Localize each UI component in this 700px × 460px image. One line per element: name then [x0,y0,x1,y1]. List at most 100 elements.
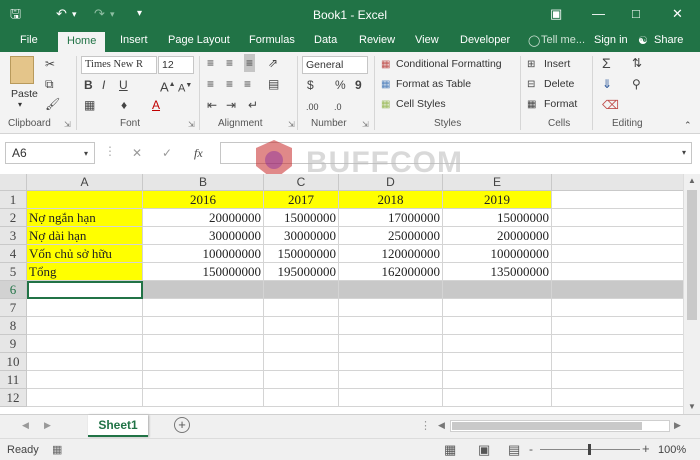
cell-a9[interactable] [27,335,143,353]
scroll-up-icon[interactable]: ▲ [688,176,696,185]
prev-sheet-icon[interactable]: ◀ [22,420,29,431]
column-header-d[interactable]: D [339,174,443,191]
cell-e3[interactable]: 20000000 [443,227,552,245]
tab-view[interactable]: View [415,34,439,46]
cell-e9[interactable] [443,335,552,353]
tab-developer[interactable]: Developer [460,34,510,46]
currency-button[interactable]: $ [307,78,314,92]
clipboard-launcher-icon[interactable]: ⇲ [64,120,71,129]
align-top-icon[interactable]: ≡ [207,56,214,70]
cell-b6[interactable] [143,281,264,299]
comma-button[interactable]: 9 [355,78,362,92]
font-color-icon[interactable]: A [152,98,160,112]
share-icon[interactable]: ☯ [638,34,648,47]
cell-c10[interactable] [264,353,339,371]
align-right-icon[interactable]: ≡ [244,77,251,91]
decrease-font-icon[interactable]: A▼ [178,79,192,96]
cell-empty[interactable] [552,353,683,371]
cell-empty[interactable] [552,299,683,317]
cell-b12[interactable] [143,389,264,407]
increase-font-icon[interactable]: A▲ [160,78,176,94]
italic-button[interactable]: I [102,78,105,92]
cell-c1[interactable]: 2017 [264,191,339,209]
tell-me-input[interactable]: Tell me... [541,34,585,46]
cell-c6[interactable] [264,281,339,299]
alignment-launcher-icon[interactable]: ⇲ [288,120,295,129]
increase-decimal-button[interactable]: .00 [306,100,319,114]
cell-empty[interactable] [552,317,683,335]
cell-c2[interactable]: 15000000 [264,209,339,227]
cell-d9[interactable] [339,335,443,353]
paste-icon[interactable] [10,56,34,84]
align-bottom-icon[interactable]: ≡ [244,54,256,72]
align-center-icon[interactable]: ≡ [226,77,233,91]
horizontal-scrollbar[interactable] [450,420,670,432]
row-header[interactable]: 11 [0,371,27,389]
select-all-corner[interactable] [0,174,27,191]
cell-empty[interactable] [552,263,683,281]
cell-a2[interactable]: Nợ ngắn hạn [27,209,143,227]
cell-empty[interactable] [552,227,683,245]
number-format-select[interactable]: General [302,56,368,74]
cell-c3[interactable]: 30000000 [264,227,339,245]
cut-icon[interactable]: ✂ [45,57,55,71]
name-box-dropdown-icon[interactable]: ▾ [84,147,88,161]
percent-button[interactable]: % [335,78,346,92]
cell-d7[interactable] [339,299,443,317]
normal-view-icon[interactable]: ▦ [444,442,456,458]
cell-c5[interactable]: 195000000 [264,263,339,281]
merge-center-icon[interactable]: ▤ [268,77,279,91]
row-header[interactable]: 8 [0,317,27,335]
cell-e5[interactable]: 135000000 [443,263,552,281]
tab-formulas[interactable]: Formulas [249,34,295,46]
copy-icon[interactable]: ⧉ [45,77,54,91]
cell-c12[interactable] [264,389,339,407]
cell-a6[interactable] [27,281,143,299]
column-header-a[interactable]: A [27,174,143,191]
decrease-indent-icon[interactable]: ⇤ [207,98,217,112]
fill-icon[interactable]: ⇓ [602,77,612,91]
paste-dropdown-icon[interactable]: ▾ [18,100,22,109]
cell-d2[interactable]: 17000000 [339,209,443,227]
zoom-out-button[interactable]: - [529,442,533,456]
cell-empty[interactable] [552,281,683,299]
cell-b11[interactable] [143,371,264,389]
cell-d8[interactable] [339,317,443,335]
number-launcher-icon[interactable]: ⇲ [362,120,369,129]
conditional-formatting-button[interactable]: Conditional Formatting [396,58,502,70]
zoom-in-button[interactable]: + [642,441,650,456]
row-header[interactable]: 5 [0,263,27,281]
cell-b8[interactable] [143,317,264,335]
cell-empty[interactable] [552,191,683,209]
cell-styles-button[interactable]: Cell Styles [396,98,446,110]
increase-indent-icon[interactable]: ⇥ [226,98,236,112]
cell-e10[interactable] [443,353,552,371]
column-header-b[interactable]: B [143,174,264,191]
cell-e12[interactable] [443,389,552,407]
row-header[interactable]: 2 [0,209,27,227]
hscroll-right-icon[interactable]: ▶ [674,420,681,431]
row-header[interactable]: 9 [0,335,27,353]
font-launcher-icon[interactable]: ⇲ [188,120,195,129]
cell-a11[interactable] [27,371,143,389]
ribbon-display-icon[interactable]: ▣ [550,6,562,22]
hscroll-left-icon[interactable]: ◀ [438,420,445,431]
row-header[interactable]: 3 [0,227,27,245]
cell-empty[interactable] [552,209,683,227]
row-header[interactable]: 1 [0,191,27,209]
column-header-c[interactable]: C [264,174,339,191]
close-icon[interactable]: ✕ [672,6,683,22]
cell-e11[interactable] [443,371,552,389]
cell-e4[interactable]: 100000000 [443,245,552,263]
insert-function-button[interactable]: fx [194,146,203,160]
find-select-icon[interactable]: ⚲ [632,77,641,91]
cell-b9[interactable] [143,335,264,353]
cell-a4[interactable]: Vốn chủ sở hữu [27,245,143,263]
page-break-view-icon[interactable]: ▤ [508,442,520,458]
cell-b2[interactable]: 20000000 [143,209,264,227]
minimize-icon[interactable]: — [592,6,605,22]
cell-e1[interactable]: 2019 [443,191,552,209]
cell-e8[interactable] [443,317,552,335]
cell-a12[interactable] [27,389,143,407]
delete-cells-button[interactable]: Delete [544,78,574,90]
